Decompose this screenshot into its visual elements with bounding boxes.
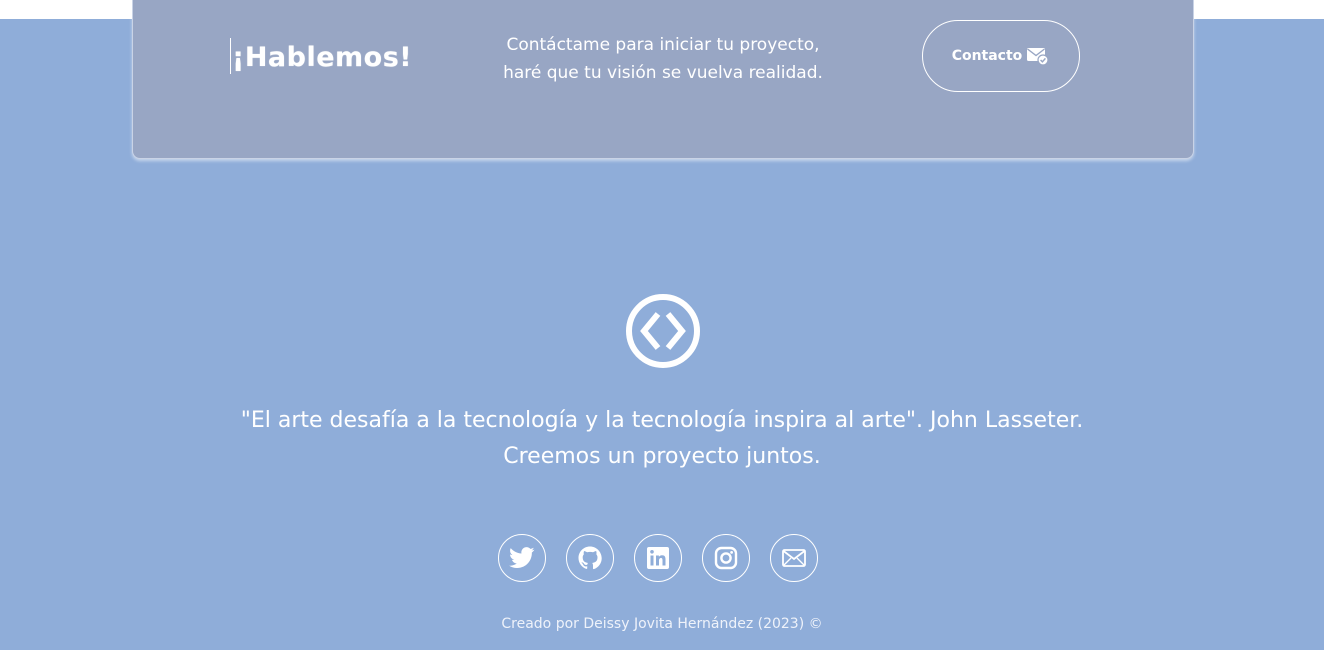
linkedin-link[interactable] bbox=[634, 534, 682, 582]
code-brackets-logo-icon bbox=[626, 294, 700, 368]
quote-line1: "El arte desafía a la tecnología y la te… bbox=[240, 408, 1084, 433]
cta-title: ¡Hablemos! bbox=[230, 38, 412, 74]
social-links bbox=[498, 534, 818, 582]
contact-button-label: Contacto bbox=[951, 48, 1023, 64]
cta-title-text: ¡Hablemos! bbox=[232, 42, 413, 73]
contact-cta-card: ¡Hablemos! Contáctame para iniciar tu pr… bbox=[132, 0, 1194, 159]
linkedin-icon bbox=[647, 547, 669, 569]
twitter-icon bbox=[509, 547, 535, 568]
cta-description-line2: haré que tu visión se vuelva realidad. bbox=[503, 63, 823, 83]
footer-credit: Creado por Deissy Jovita Hernández (2023… bbox=[501, 616, 823, 632]
github-link[interactable] bbox=[566, 534, 614, 582]
cta-description-line1: Contáctame para iniciar tu proyecto, bbox=[506, 35, 820, 55]
twitter-link[interactable] bbox=[498, 534, 546, 582]
github-icon bbox=[578, 546, 602, 570]
email-link[interactable] bbox=[770, 534, 818, 582]
instagram-link[interactable] bbox=[702, 534, 750, 582]
envelope-icon bbox=[782, 549, 806, 567]
quote: "El arte desafía a la tecnología y la te… bbox=[162, 403, 1162, 475]
typing-cursor bbox=[230, 38, 231, 74]
contact-button[interactable]: Contacto bbox=[922, 20, 1080, 92]
instagram-icon bbox=[714, 546, 738, 570]
cta-description: Contáctame para iniciar tu proyecto, har… bbox=[493, 31, 833, 87]
envelope-check-icon bbox=[1027, 48, 1049, 66]
quote-line2: Creemos un proyecto juntos. bbox=[503, 444, 821, 469]
